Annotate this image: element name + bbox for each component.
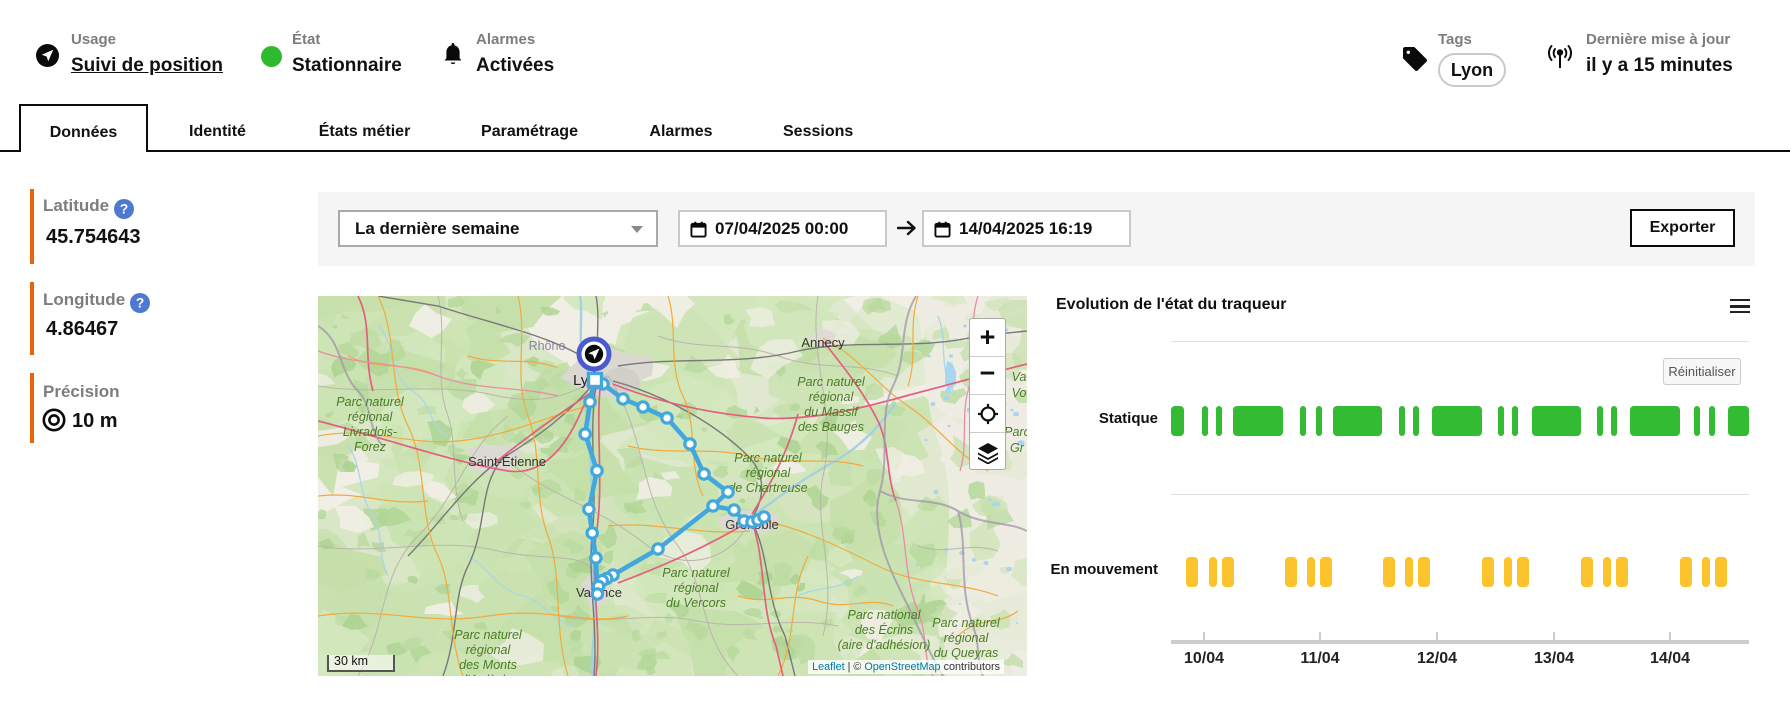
svg-text:?: ? bbox=[120, 202, 128, 217]
svg-text:(aire d'adhésion): (aire d'adhésion) bbox=[838, 638, 931, 652]
svg-text:Parc naturel: Parc naturel bbox=[932, 616, 1001, 630]
svg-text:Forez: Forez bbox=[354, 440, 387, 454]
svg-text:de Chartreuse: de Chartreuse bbox=[728, 481, 807, 495]
svg-text:Parc: Parc bbox=[1004, 425, 1027, 439]
svg-text:régional: régional bbox=[809, 390, 855, 404]
svg-text:Parc naturel: Parc naturel bbox=[336, 395, 405, 409]
svg-text:Parc naturel: Parc naturel bbox=[662, 566, 731, 580]
svg-text:?: ? bbox=[136, 296, 144, 311]
svg-text:régional: régional bbox=[466, 643, 512, 657]
svg-text:Saint-Étienne: Saint-Étienne bbox=[468, 454, 546, 469]
svg-text:Gr: Gr bbox=[1010, 441, 1025, 455]
svg-text:Parc naturel: Parc naturel bbox=[797, 375, 866, 389]
svg-text:régional: régional bbox=[348, 410, 394, 424]
svg-text:Parc naturel: Parc naturel bbox=[454, 628, 523, 642]
svg-text:des Écrins: des Écrins bbox=[855, 622, 913, 637]
svg-text:des Bauges: des Bauges bbox=[798, 420, 864, 434]
svg-text:du Vercors: du Vercors bbox=[666, 596, 726, 610]
svg-text:Vo: Vo bbox=[1012, 386, 1027, 400]
svg-text:d'Ardèche: d'Ardèche bbox=[460, 673, 516, 676]
svg-text:Rhône: Rhône bbox=[529, 339, 566, 353]
svg-text:Va: Va bbox=[1012, 370, 1027, 384]
svg-text:régional: régional bbox=[674, 581, 720, 595]
svg-text:régional: régional bbox=[746, 466, 792, 480]
svg-text:du Massif: du Massif bbox=[804, 405, 859, 419]
svg-text:Livradois-: Livradois- bbox=[343, 425, 397, 439]
svg-text:Annecy: Annecy bbox=[801, 335, 845, 350]
svg-text:Parc naturel: Parc naturel bbox=[734, 451, 803, 465]
svg-text:du Queyras: du Queyras bbox=[934, 646, 999, 660]
svg-text:des Monts: des Monts bbox=[459, 658, 517, 672]
svg-text:régional: régional bbox=[944, 631, 990, 645]
svg-text:Parc national: Parc national bbox=[848, 608, 922, 622]
